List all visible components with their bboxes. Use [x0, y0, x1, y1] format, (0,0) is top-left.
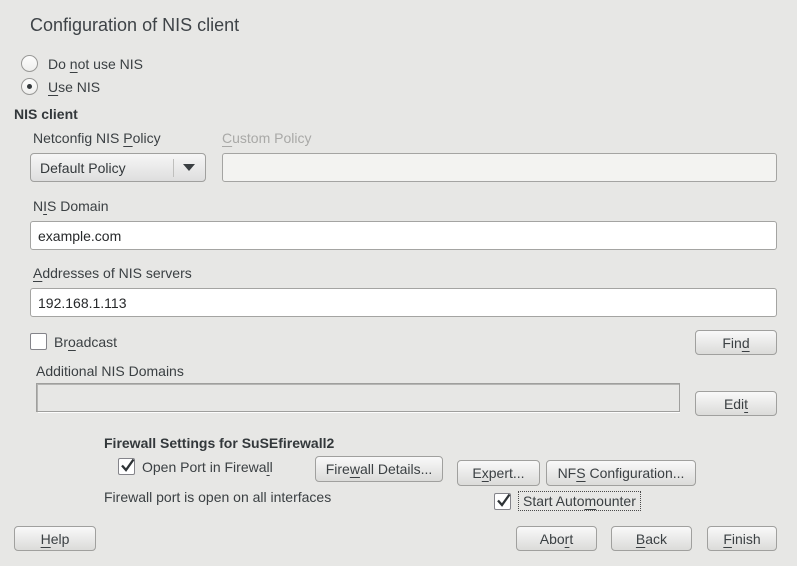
firewall-status-text: Firewall port is open on all interfaces	[104, 489, 331, 505]
help-button[interactable]: Help	[14, 526, 96, 551]
radio-icon	[21, 55, 38, 72]
nis-client-section-title: NIS client	[14, 106, 78, 122]
checkbox-icon	[494, 493, 511, 510]
edit-button[interactable]: Edit	[695, 391, 777, 416]
back-button[interactable]: Back	[611, 526, 692, 551]
netconfig-policy-label: Netconfig NIS Policy	[33, 130, 161, 146]
additional-domains-label: Additional NIS Domains	[36, 363, 184, 379]
broadcast-checkbox[interactable]: Broadcast	[30, 333, 117, 350]
netconfig-policy-select[interactable]: Default Policy	[30, 153, 206, 182]
nis-servers-label: Addresses of NIS servers	[33, 265, 192, 281]
firewall-section-title: Firewall Settings for SuSEfirewall2	[104, 435, 334, 451]
open-port-label: Open Port in Firewall	[142, 459, 273, 475]
radio-use-nis[interactable]: Use NIS	[21, 78, 100, 95]
checkmark-icon	[494, 491, 513, 510]
nis-servers-input[interactable]	[30, 288, 777, 317]
nis-domain-input[interactable]	[30, 221, 777, 250]
nfs-configuration-button[interactable]: NFS Configuration...	[546, 460, 696, 486]
firewall-details-button[interactable]: Firewall Details...	[315, 456, 443, 482]
dropdown-arrow-icon	[183, 164, 195, 171]
checkmark-icon	[118, 456, 137, 475]
start-automounter-checkbox[interactable]: Start Automounter	[494, 491, 641, 511]
additional-domains-input	[36, 383, 680, 412]
radio-do-not-use-nis[interactable]: Do not use NIS	[21, 55, 143, 72]
checkbox-icon	[118, 458, 135, 475]
start-automounter-label: Start Automounter	[518, 491, 641, 511]
abort-button[interactable]: Abort	[516, 526, 597, 551]
nis-domain-label: NIS Domain	[33, 198, 108, 214]
radio-icon	[21, 78, 38, 95]
radio-label: Do not use NIS	[48, 56, 143, 72]
nis-client-dialog: { "window": { "title": "Configuration of…	[0, 0, 797, 566]
checkbox-icon	[30, 333, 47, 350]
find-button[interactable]: Find	[695, 330, 777, 355]
custom-policy-input	[222, 153, 777, 182]
broadcast-label: Broadcast	[54, 334, 117, 350]
finish-button[interactable]: Finish	[707, 526, 777, 551]
open-port-checkbox[interactable]: Open Port in Firewall	[118, 458, 273, 475]
custom-policy-label: Custom Policy	[222, 130, 311, 146]
radio-label: Use NIS	[48, 79, 100, 95]
expert-button[interactable]: Expert...	[457, 460, 540, 486]
page-title: Configuration of NIS client	[30, 15, 239, 36]
netconfig-policy-selected-value: Default Policy	[40, 160, 173, 176]
